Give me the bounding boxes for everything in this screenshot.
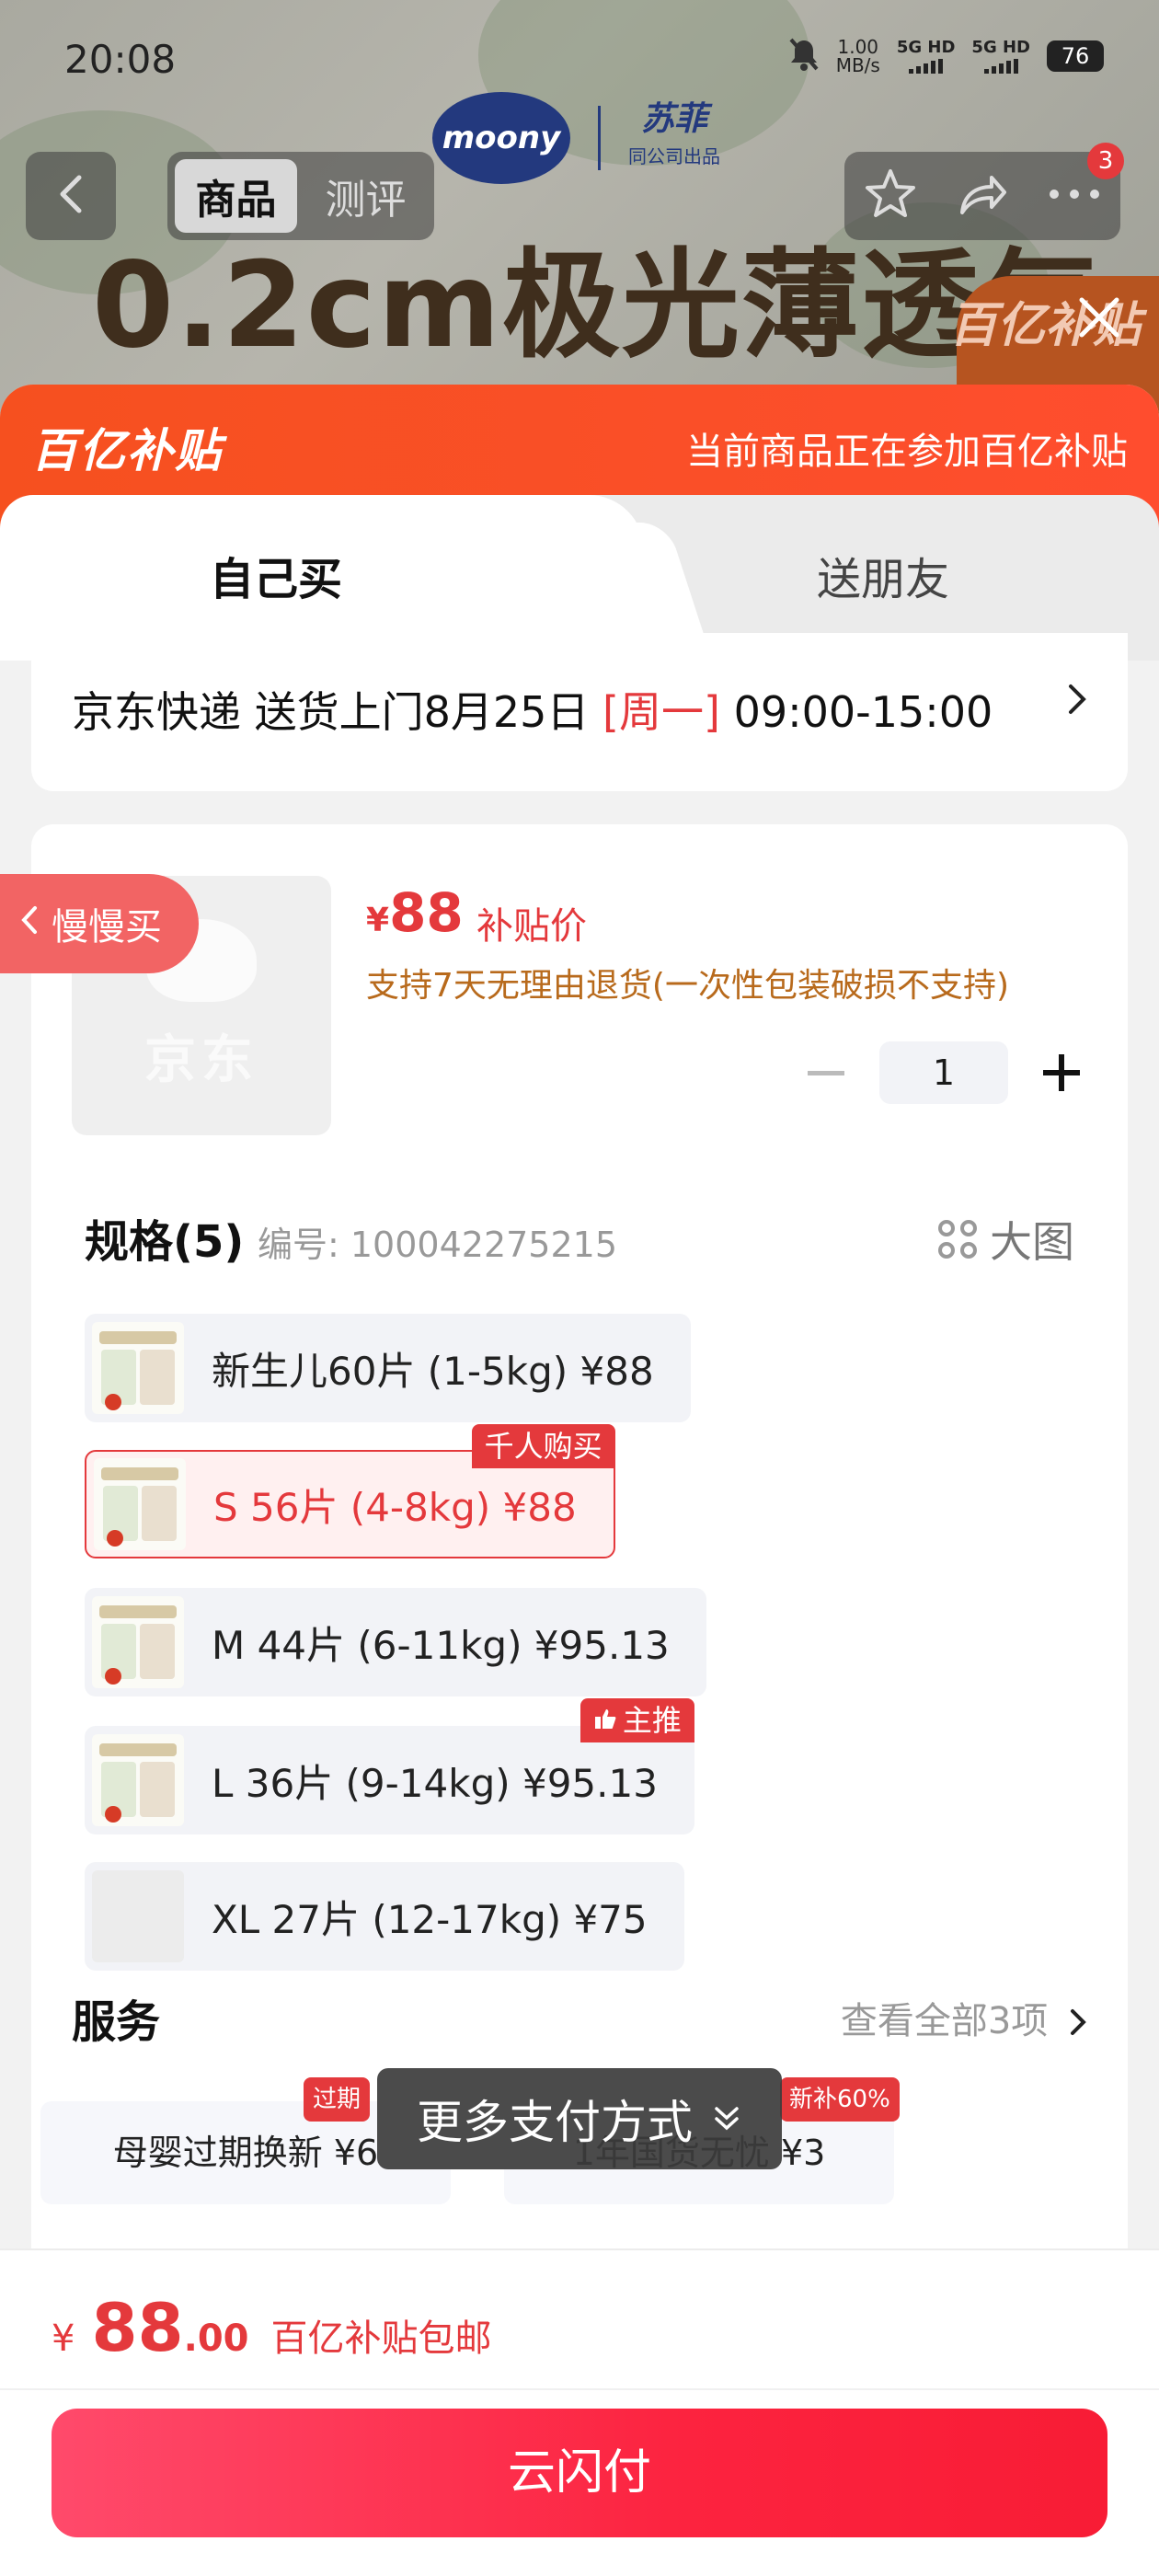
status-icons: 1.00 MB/s 5G HD 5G HD 76 bbox=[788, 37, 1104, 75]
double-chevron-down-icon bbox=[711, 2092, 742, 2145]
price-label: 补贴价 bbox=[476, 905, 587, 948]
popular-tag: 千人购买 bbox=[471, 1424, 615, 1468]
signal-1: 5G HD bbox=[897, 39, 955, 74]
logo-divider bbox=[598, 106, 601, 170]
thumbnail-placeholder-text: 京东 bbox=[144, 1029, 258, 1090]
services-title: 服务 bbox=[72, 1996, 161, 2048]
subsidy-logo: 百亿补贴 bbox=[31, 424, 223, 477]
service-badge: 新补60% bbox=[780, 2077, 900, 2122]
quantity-minus-button[interactable] bbox=[808, 1070, 844, 1075]
tab-self-buy[interactable]: 自己买 bbox=[210, 543, 342, 607]
service-badge: 过期 bbox=[304, 2077, 371, 2122]
recommended-tag: 主推 bbox=[580, 1698, 694, 1742]
tab-gift-friend[interactable]: 送朋友 bbox=[817, 543, 949, 607]
back-button[interactable] bbox=[26, 152, 116, 240]
spec-thumbnail bbox=[94, 1458, 186, 1550]
quantity-value[interactable]: 1 bbox=[879, 1041, 1008, 1104]
mute-bell-icon bbox=[788, 37, 820, 75]
spec-title: 规格(5) bbox=[85, 1216, 245, 1268]
brand-logos: moony 苏菲 同公司出品 bbox=[432, 92, 720, 184]
pay-button[interactable]: 云闪付 bbox=[52, 2409, 1107, 2537]
spec-thumbnail bbox=[92, 1870, 184, 1962]
tab-goods[interactable]: 商品 bbox=[175, 159, 297, 233]
slow-buy-side-tab[interactable]: 慢慢买 bbox=[0, 874, 199, 973]
cart-badge: 3 bbox=[1087, 143, 1124, 179]
moony-logo: moony bbox=[432, 92, 570, 184]
star-icon[interactable] bbox=[863, 167, 918, 225]
grid-icon bbox=[938, 1220, 977, 1259]
shipping-note: 百亿补贴包邮 bbox=[270, 2317, 492, 2360]
total-price: ¥88.00 百亿补贴包邮 bbox=[52, 2289, 492, 2366]
delivery-weekday: [周一] bbox=[602, 687, 720, 737]
thumbs-up-icon bbox=[593, 1698, 617, 1742]
quantity-stepper: 1 bbox=[808, 1041, 1080, 1104]
chevron-right-icon bbox=[1067, 683, 1087, 725]
battery-indicator: 76 bbox=[1047, 40, 1104, 72]
spec-thumbnail bbox=[92, 1596, 184, 1688]
return-policy: 支持7天无理由退货(一次性包装破损不支持) bbox=[366, 967, 1009, 1005]
share-icon[interactable] bbox=[955, 167, 1010, 225]
big-image-button[interactable]: 大图 bbox=[938, 1209, 1074, 1270]
more-payment-toast[interactable]: 更多支付方式 bbox=[377, 2068, 782, 2169]
spec-thumbnail bbox=[92, 1322, 184, 1414]
spec-thumbnail bbox=[92, 1734, 184, 1826]
spec-option[interactable]: L 36片 (9-14kg) ¥95.13 主推 bbox=[85, 1698, 694, 1834]
purchase-sheet: 百亿补贴 当前商品正在参加百亿补贴 自己买 送朋友 京东快递 送货上门8月25日… bbox=[0, 385, 1159, 2576]
signal-2: 5G HD bbox=[971, 39, 1030, 74]
spec-option-selected[interactable]: S 56片 (4-8kg) ¥88 千人购买 bbox=[85, 1424, 615, 1558]
tab-review[interactable]: 测评 bbox=[304, 167, 427, 225]
more-icon[interactable]: 3 bbox=[1047, 143, 1124, 207]
back-icon bbox=[57, 174, 85, 218]
delivery-info: 京东快递 送货上门8月25日 [周一] 09:00-15:00 bbox=[72, 687, 993, 737]
subsidy-notice: 当前商品正在参加百亿补贴 bbox=[686, 431, 1128, 473]
chevron-left-icon bbox=[20, 903, 39, 945]
net-speed: 1.00 MB/s bbox=[835, 36, 880, 76]
quantity-plus-button[interactable] bbox=[1043, 1054, 1080, 1091]
delivery-row[interactable]: 京东快递 送货上门8月25日 [周一] 09:00-15:00 bbox=[31, 633, 1128, 791]
services-view-all[interactable]: 查看全部3项 bbox=[841, 1991, 1087, 2044]
spec-option[interactable]: XL 27片 (12-17kg) ¥75 bbox=[85, 1862, 684, 1971]
product-price: ¥88 bbox=[366, 881, 464, 944]
sofy-logo: 苏菲 同公司出品 bbox=[628, 100, 720, 168]
close-icon[interactable] bbox=[1076, 294, 1122, 344]
status-time: 20:08 bbox=[64, 37, 177, 82]
checkout-bar: ¥88.00 百亿补贴包邮 云闪付 bbox=[0, 2248, 1159, 2576]
top-tabs: 商品 测评 bbox=[167, 152, 434, 240]
divider bbox=[0, 2388, 1159, 2390]
top-actions: 3 bbox=[844, 143, 1124, 240]
spec-option[interactable]: M 44片 (6-11kg) ¥95.13 bbox=[85, 1588, 706, 1696]
spec-code: 编号: 100042275215 bbox=[258, 1225, 618, 1265]
spec-option[interactable]: 新生儿60片 (1-5kg) ¥88 bbox=[85, 1314, 691, 1422]
